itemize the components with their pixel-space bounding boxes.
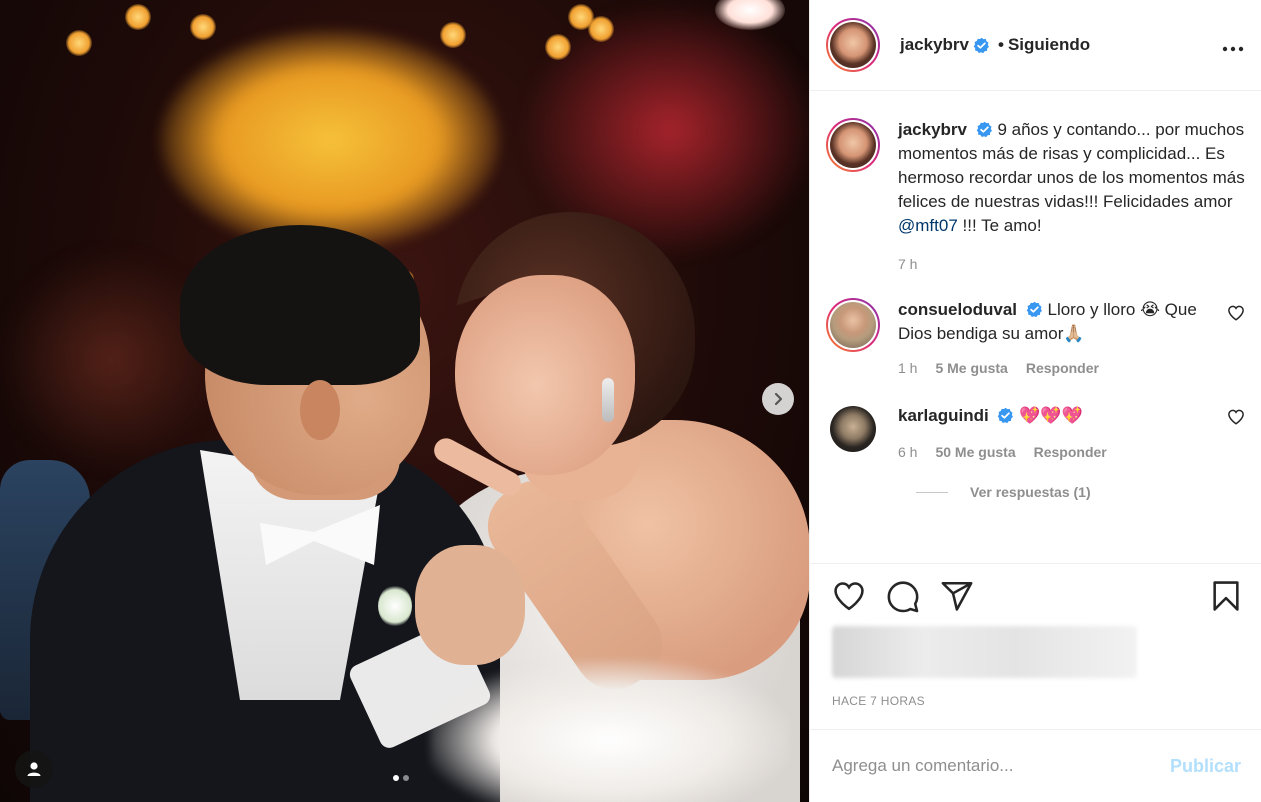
verified-badge-icon: [973, 37, 989, 53]
string-light: [125, 4, 151, 30]
comment-bubble-icon[interactable]: [886, 579, 920, 613]
groom-hand: [415, 545, 525, 665]
add-comment-bar: Publicar: [810, 729, 1261, 802]
carousel-dot-active: [393, 775, 399, 781]
following-button[interactable]: Siguiendo: [1008, 35, 1090, 55]
carousel-next-button[interactable]: [762, 383, 794, 415]
verified-badge-icon: [1026, 301, 1042, 318]
author-avatar[interactable]: [826, 18, 880, 72]
post-actions: HACE 7 HORAS: [810, 563, 1261, 729]
like-heart-icon[interactable]: [832, 579, 866, 613]
bookmark-save-icon[interactable]: [1209, 579, 1243, 613]
caption-time[interactable]: 7 h: [898, 256, 917, 272]
post-header: jackybrv • Siguiendo: [810, 0, 1261, 91]
string-light: [440, 22, 466, 48]
reply-button[interactable]: Responder: [1034, 444, 1107, 460]
chevron-right-icon: [774, 392, 783, 406]
carousel-dot: [403, 775, 409, 781]
comment-item: karlaguindi 💖💖💖 6 h 50 Me gusta Responde…: [826, 402, 1245, 460]
reply-button[interactable]: Responder: [1026, 360, 1099, 376]
comment-time[interactable]: 1 h: [898, 360, 917, 376]
groom-hair: [180, 225, 420, 385]
more-options-icon[interactable]: [1222, 32, 1244, 58]
caption: jackybrv 9 años y contando... por muchos…: [826, 118, 1245, 272]
comment-likes[interactable]: 50 Me gusta: [935, 444, 1015, 460]
bokeh-flowers: [160, 30, 500, 250]
caption-mention-link[interactable]: @mft07: [898, 216, 958, 235]
post-photo[interactable]: [0, 0, 809, 802]
comments-list[interactable]: jackybrv 9 años y contando... por muchos…: [810, 91, 1261, 563]
comment-input[interactable]: [832, 756, 1170, 776]
caption-text-end: !!! Te amo!: [962, 216, 1042, 235]
comment-likes[interactable]: 5 Me gusta: [935, 360, 1007, 376]
separator-dot: •: [998, 35, 1004, 54]
string-light: [66, 30, 92, 56]
view-replies-label: Ver respuestas (1): [970, 484, 1091, 500]
publish-button[interactable]: Publicar: [1170, 756, 1241, 777]
string-light: [545, 34, 571, 60]
likes-summary-blurred: [832, 626, 1137, 678]
commenter-avatar[interactable]: [826, 402, 880, 456]
comment-text: 💖💖💖: [1019, 406, 1083, 425]
comment-item: consueloduval Lloro y lloro 😭 Que Dios b…: [826, 298, 1245, 376]
string-light: [588, 16, 614, 42]
boutonniere: [378, 585, 412, 627]
bride-face: [455, 275, 635, 475]
commenter-avatar[interactable]: [826, 298, 880, 352]
verified-badge-icon: [976, 121, 992, 138]
tagged-users-button[interactable]: [15, 750, 53, 788]
post-sidebar: jackybrv • Siguiendo jackybrv 9 años y c…: [809, 0, 1261, 802]
earring: [602, 378, 614, 422]
share-send-icon[interactable]: [940, 579, 974, 613]
groom-ear: [300, 380, 340, 440]
commenter-username[interactable]: consueloduval: [898, 300, 1017, 319]
foreground-flowers: [430, 660, 790, 802]
caption-username[interactable]: jackybrv: [898, 120, 967, 139]
carousel-indicator: [393, 775, 409, 781]
verified-badge-icon: [998, 407, 1014, 424]
author-username[interactable]: jackybrv: [900, 35, 969, 55]
post-timestamp[interactable]: HACE 7 HORAS: [832, 694, 1243, 708]
caption-avatar[interactable]: [826, 118, 880, 172]
replies-divider: [916, 491, 948, 493]
string-light: [190, 14, 216, 40]
comment-time[interactable]: 6 h: [898, 444, 917, 460]
commenter-username[interactable]: karlaguindi: [898, 406, 989, 425]
view-replies-button[interactable]: Ver respuestas (1): [916, 484, 1245, 500]
post-modal: jackybrv • Siguiendo jackybrv 9 años y c…: [0, 0, 1261, 802]
user-icon: [27, 762, 41, 776]
comment-like-heart-icon[interactable]: [1227, 304, 1245, 322]
comment-like-heart-icon[interactable]: [1227, 408, 1245, 426]
